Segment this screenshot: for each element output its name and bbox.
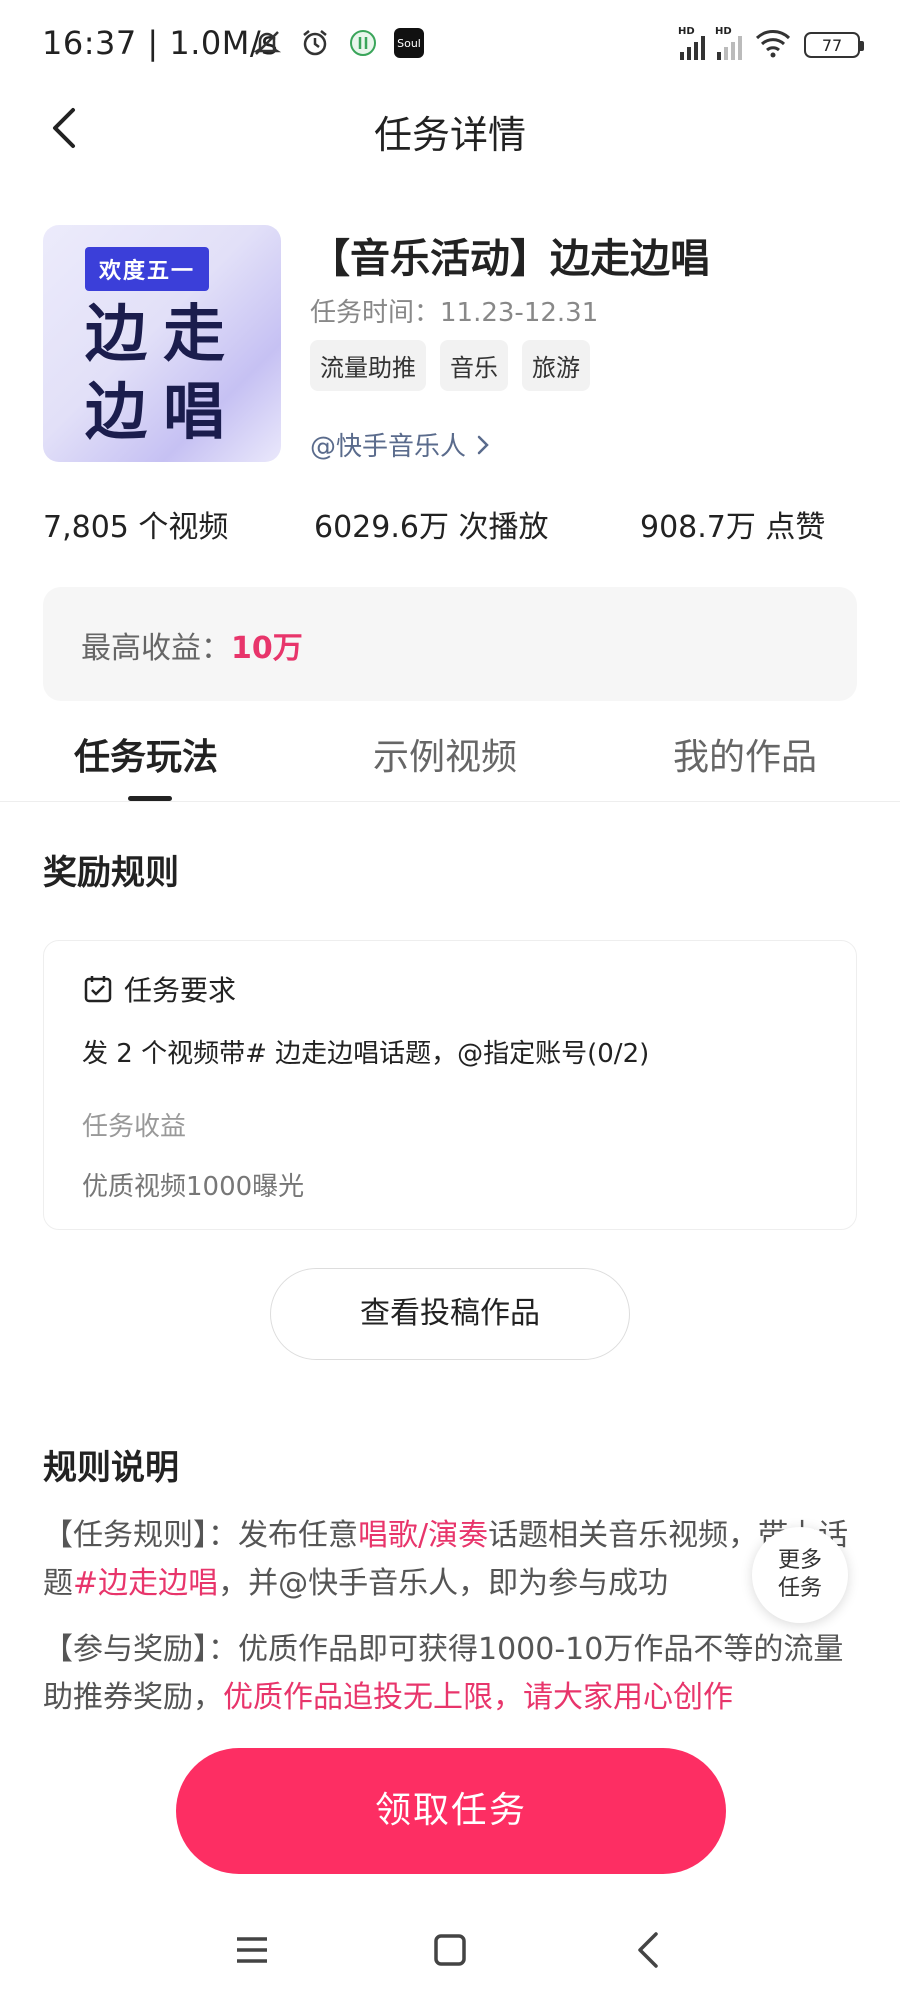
task-stats: 7,805 个视频 6029.6万 次播放 908.7万 点赞 (43, 502, 863, 546)
battery-icon: 77 (804, 32, 864, 58)
reward-highlight: 优质作品追投无上限，请大家用心创作 (223, 1680, 733, 1715)
calendar-check-icon (84, 976, 112, 1003)
max-income-value: 10万 (231, 631, 303, 666)
back-nav-icon[interactable] (624, 1926, 672, 1974)
cover-text: 边走 边唱 (85, 297, 242, 448)
tab-example-videos[interactable]: 示例视频 (373, 728, 517, 780)
status-icons-left: Soul (250, 26, 424, 60)
task-requirement-card: 任务要求 发 2 个视频带# 边走边唱话题，@指定账号(0/2) 任务收益 优质… (43, 940, 857, 1230)
max-income-box: 最高收益：10万 (43, 587, 857, 701)
chevron-right-icon (477, 435, 489, 454)
signal-icon: HD (678, 26, 705, 60)
task-income-value: 优质视频1000曝光 (82, 1172, 305, 1202)
alarm-icon (298, 26, 332, 60)
requirement-text: 发 2 个视频带# 边走边唱话题，@指定账号(0/2) (82, 1039, 650, 1069)
tab-task-rules[interactable]: 任务玩法 (74, 728, 218, 780)
reward-rules-title: 奖励规则 (43, 853, 179, 893)
account-name[interactable]: @快手音乐人 (310, 426, 466, 463)
app-notification-icon (346, 26, 380, 60)
account-link[interactable]: @快手音乐人 (310, 426, 490, 463)
topic-highlight: 唱歌/演奏 (358, 1518, 489, 1553)
stat-videos: 7,805 个视频 (43, 510, 229, 545)
system-nav-bar (0, 1900, 900, 2000)
status-bar: 16:37 | 1.0M/s Soul HD HD 77 (0, 0, 900, 90)
task-title: 【音乐活动】边走边唱 (310, 236, 710, 282)
wifi-icon (754, 28, 792, 62)
tag-item: 旅游 (522, 340, 590, 391)
menu-icon[interactable] (228, 1926, 276, 1974)
claim-task-button[interactable]: 领取任务 (176, 1748, 726, 1874)
view-submissions-button[interactable]: 查看投稿作品 (270, 1268, 630, 1360)
status-time: 16:37 | 1.0M/s (42, 24, 279, 62)
stat-plays: 6029.6万 次播放 (314, 510, 549, 545)
reward-paragraph: 【参与奖励】：优质作品即可获得1000-10万作品不等的流量助推券奖励，优质作品… (43, 1632, 844, 1715)
task-time: 任务时间：11.23-12.31 (310, 298, 599, 328)
signal-icon-2: HD (715, 26, 742, 60)
rules-description-title: 规则说明 (43, 1448, 179, 1488)
stat-likes: 908.7万 点赞 (640, 510, 826, 545)
tab-bar: 任务玩法 示例视频 我的作品 (0, 710, 900, 802)
more-tasks-button[interactable]: 更多 任务 (752, 1527, 848, 1623)
task-cover-image: 欢度五一 边走 边唱 (43, 225, 281, 462)
mute-bell-icon (250, 26, 284, 60)
page-title: 任务详情 (373, 113, 526, 157)
tag-item: 流量助推 (310, 340, 426, 391)
hashtag-highlight: #边走边唱 (73, 1566, 219, 1601)
max-income-label: 最高收益：10万 (81, 631, 303, 666)
tag-item: 音乐 (440, 340, 508, 391)
rules-description: 【任务规则】：发布任意唱歌/演奏话题相关音乐视频，带上话题#边走边唱，并@快手音… (43, 1512, 858, 1740)
top-header: 任务详情 (0, 90, 900, 166)
rule-paragraph: 【任务规则】：发布任意唱歌/演奏话题相关音乐视频，带上话题#边走边唱，并@快手音… (43, 1518, 849, 1601)
task-income-label: 任务收益 (82, 1112, 187, 1142)
tab-my-works[interactable]: 我的作品 (673, 728, 817, 780)
status-icons-right: HD HD 77 (678, 26, 864, 62)
requirement-header: 任务要求 (82, 969, 236, 1009)
active-tab-indicator (128, 796, 172, 801)
task-tags: 流量助推 音乐 旅游 (310, 340, 590, 391)
soul-app-icon: Soul (394, 28, 424, 58)
cover-badge: 欢度五一 (85, 247, 210, 291)
home-icon[interactable] (426, 1926, 474, 1974)
